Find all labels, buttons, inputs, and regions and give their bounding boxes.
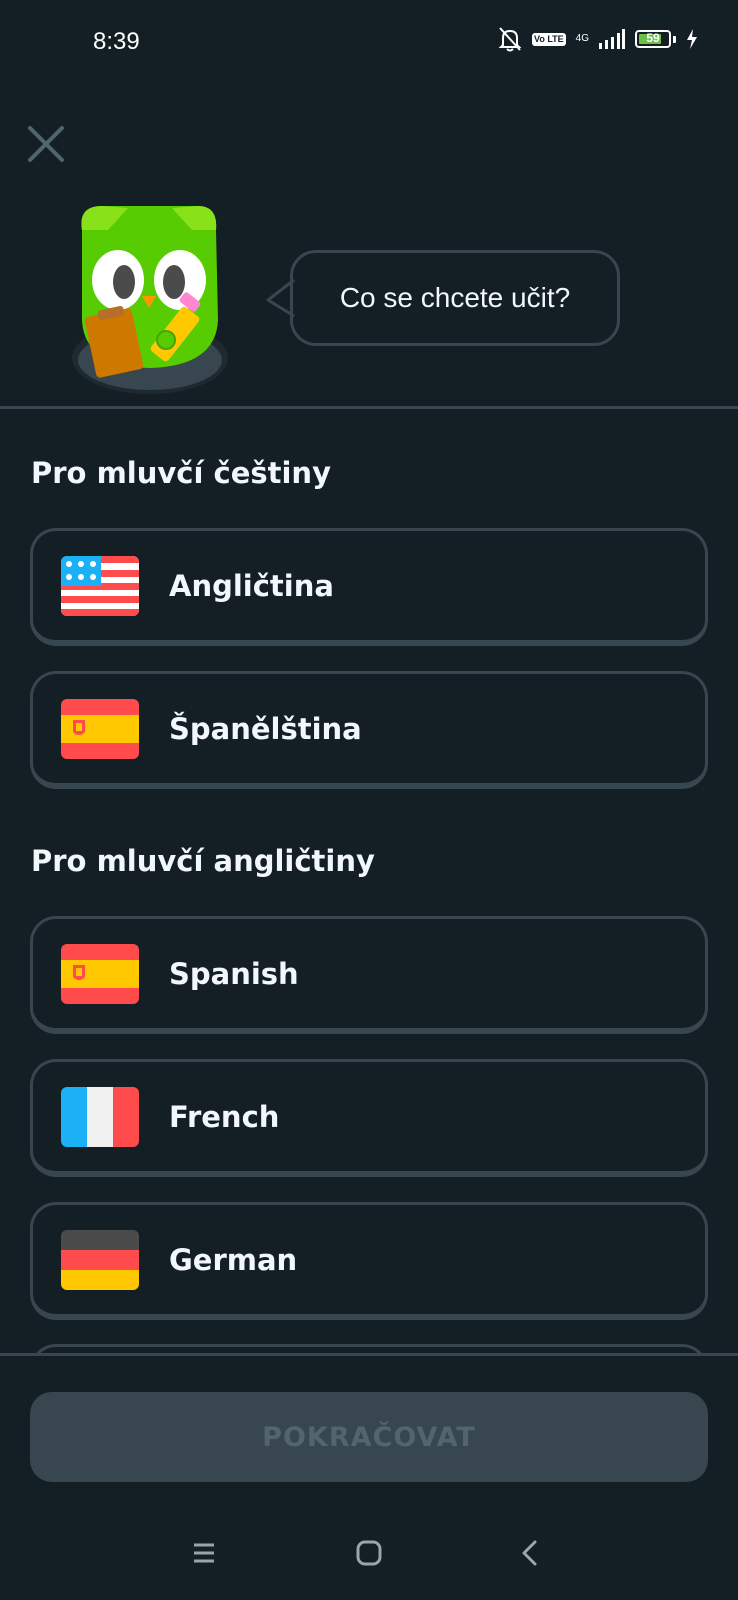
menu-nav-button[interactable] (184, 1534, 224, 1574)
network-type: 4G (576, 34, 589, 44)
header-divider (0, 406, 738, 409)
course-option-german[interactable]: German (30, 1202, 708, 1320)
section-title-czech-speakers: Pro mluvčí češtiny (31, 456, 331, 490)
close-icon (28, 126, 64, 162)
course-option-french[interactable]: French (30, 1059, 708, 1177)
home-nav-icon (356, 1540, 382, 1566)
back-nav-icon (522, 1540, 537, 1566)
course-option-label: Španělština (169, 711, 362, 746)
back-nav-button[interactable] (510, 1534, 550, 1574)
continue-button[interactable]: POKRAČOVAT (30, 1392, 708, 1482)
clock: 8:39 (93, 28, 140, 55)
footer-divider (0, 1353, 738, 1356)
menu-nav-icon (194, 1543, 214, 1563)
status-icons: Vo LTE 4G 59 (498, 26, 698, 52)
close-button[interactable] (26, 124, 66, 164)
battery-icon: 59 (635, 30, 676, 48)
charging-icon (687, 29, 697, 49)
status-bar: 8:39 Vo LTE 4G 59 (0, 0, 738, 86)
network-label: 4G (575, 33, 589, 44)
spain-flag-icon (61, 698, 139, 759)
system-nav-bar (0, 1520, 738, 1600)
bell-muted-icon (498, 27, 522, 52)
course-option-spanish[interactable]: Spanish (30, 916, 708, 1034)
course-option-spanish-cz[interactable]: Španělština (30, 671, 708, 789)
course-option-english[interactable]: Angličtina (30, 528, 708, 646)
owl-mascot-illustration (72, 206, 228, 394)
course-option-label: French (169, 1099, 280, 1134)
us-flag-icon (61, 555, 139, 616)
course-option-label: German (169, 1242, 298, 1277)
course-option-label: Angličtina (169, 568, 334, 603)
spain-flag-icon (61, 943, 139, 1004)
signal-icon (599, 29, 625, 49)
section-title-english-speakers: Pro mluvčí angličtiny (31, 844, 375, 878)
volte-icon: Vo LTE (531, 32, 566, 46)
france-flag-icon (61, 1086, 139, 1147)
course-option-label: Spanish (169, 956, 299, 991)
battery-percent: 59 (646, 31, 660, 45)
speech-bubble: Co se chcete učit? (290, 250, 620, 346)
germany-flag-icon (61, 1229, 139, 1290)
home-nav-button[interactable] (349, 1534, 389, 1574)
